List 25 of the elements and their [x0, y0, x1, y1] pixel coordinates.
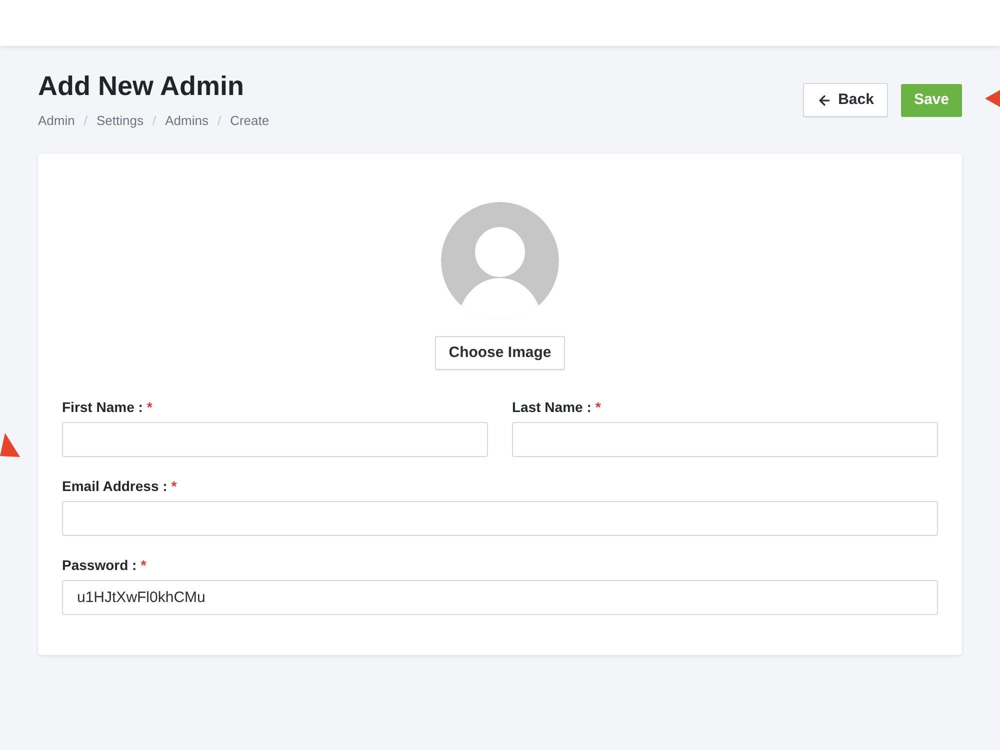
field-label: First Name :	[62, 398, 143, 416]
required-asterisk: *	[595, 398, 601, 416]
breadcrumb-link[interactable]: Admins	[165, 112, 208, 130]
text-input-field[interactable]	[62, 422, 488, 457]
breadcrumb-separator: /	[152, 112, 156, 130]
required-asterisk: *	[171, 476, 177, 496]
pointer-marker-icon	[985, 90, 1000, 107]
text-input-field[interactable]	[512, 422, 938, 457]
breadcrumb-link[interactable]: Admin	[38, 112, 75, 130]
save-button[interactable]: Save	[900, 84, 962, 116]
page-title: Add New Admin	[38, 70, 245, 102]
breadcrumb-separator: /	[84, 112, 88, 130]
field-label: Last Name :	[512, 398, 592, 416]
breadcrumb-current: Create	[230, 112, 270, 130]
required-asterisk: *	[146, 398, 152, 416]
pointer-marker-icon	[0, 433, 20, 457]
field-label: Password :	[62, 556, 137, 574]
back-button[interactable]: Back	[803, 83, 888, 117]
field-label: Email Address :	[62, 476, 168, 496]
required-asterisk: *	[140, 556, 146, 574]
text-input-field[interactable]	[62, 501, 938, 536]
breadcrumb-separator: /	[217, 112, 222, 130]
choose-image-button[interactable]: Choose Image	[434, 336, 566, 370]
text-input-field[interactable]: u1HJtXwFl0khCMu	[62, 580, 938, 615]
breadcrumb-link[interactable]: Settings	[96, 112, 144, 130]
